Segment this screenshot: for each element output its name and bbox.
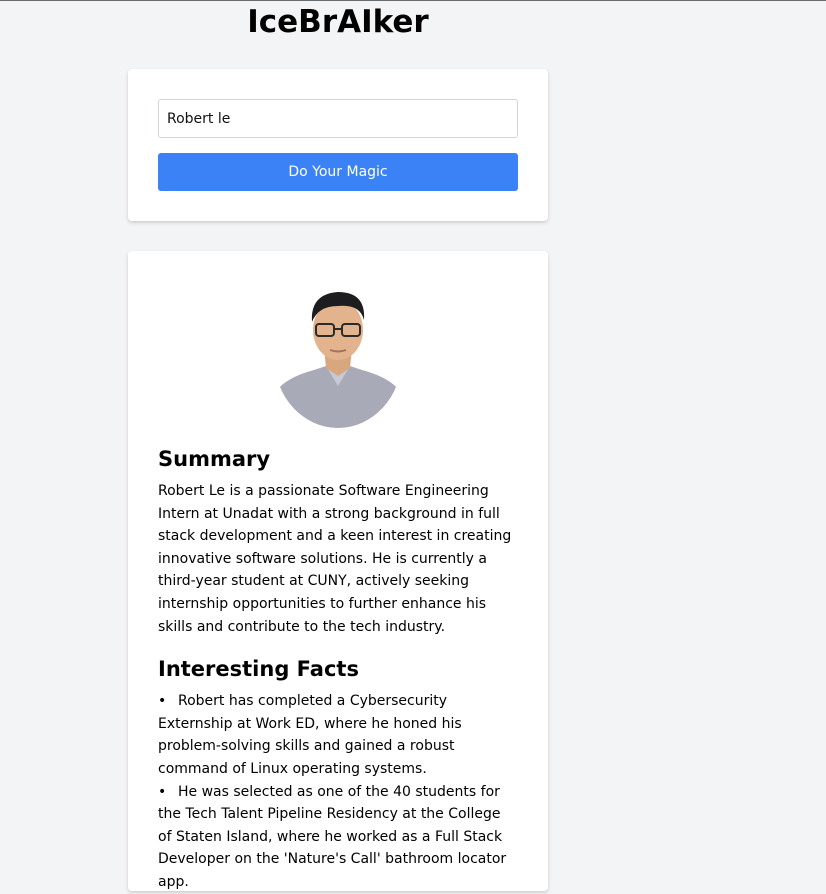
name-input[interactable] xyxy=(158,99,518,138)
fact-item: • He was selected as one of the 40 studen… xyxy=(158,783,507,890)
app-title: IceBrAIker xyxy=(247,4,429,40)
search-card: Do Your Magic xyxy=(128,69,548,221)
fact-text: He was selected as one of the 40 student… xyxy=(158,783,507,890)
summary-heading: Summary xyxy=(158,447,271,471)
summary-text: Robert Le is a passionate Software Engin… xyxy=(158,483,512,635)
result-card: Summary Robert Le is a passionate Softwa… xyxy=(128,251,548,891)
interesting-facts-heading: Interesting Facts xyxy=(158,657,359,682)
profile-photo xyxy=(274,286,402,428)
fact-text: Robert has completed a Cybersecurity Ext… xyxy=(158,693,462,777)
fact-item: • Robert has completed a Cybersecurity Ex… xyxy=(158,693,462,777)
do-your-magic-button[interactable]: Do Your Magic xyxy=(158,153,518,191)
